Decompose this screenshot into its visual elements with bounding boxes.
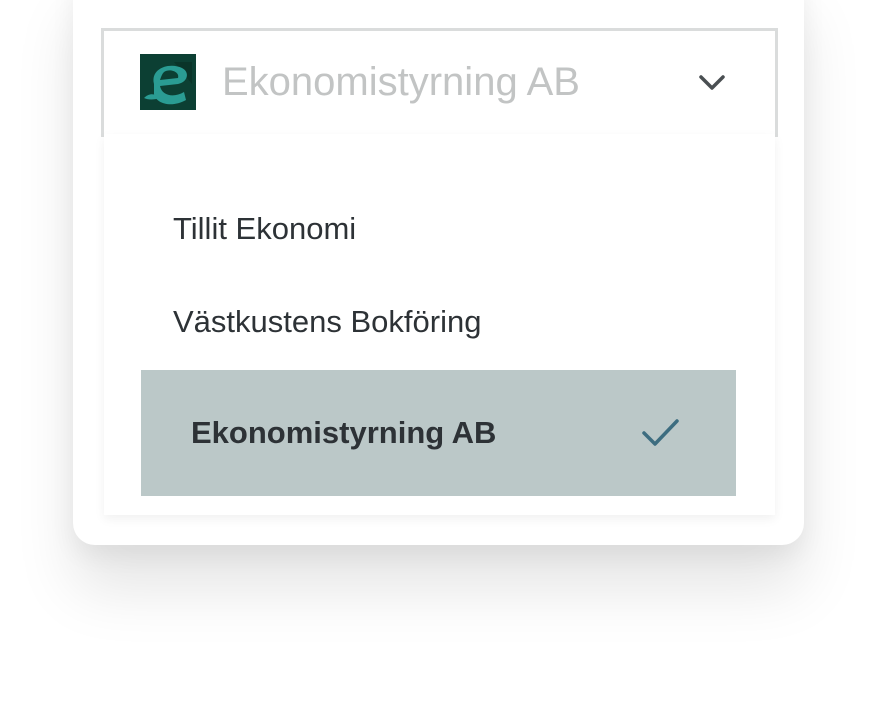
option-label: Västkustens Bokföring <box>173 304 482 339</box>
company-logo-icon <box>140 54 196 110</box>
company-select[interactable]: Ekonomistyrning AB <box>101 28 778 137</box>
option-ekonomistyrning-ab[interactable]: Ekonomistyrning AB <box>141 370 736 496</box>
check-icon <box>641 417 681 449</box>
option-label: Tillit Ekonomi <box>173 211 357 246</box>
option-vastkustens-bokforing[interactable]: Västkustens Bokföring <box>104 286 775 362</box>
select-current-value: Ekonomistyrning AB <box>222 60 580 104</box>
option-tillit-ekonomi[interactable]: Tillit Ekonomi <box>104 191 775 267</box>
dropdown-menu: Tillit Ekonomi Västkustens Bokföring Eko… <box>104 134 775 515</box>
option-label: Ekonomistyrning AB <box>191 415 497 450</box>
stage: Ekonomistyrning AB Tillit Ekonomi Västku… <box>0 0 878 711</box>
chevron-down-icon[interactable] <box>698 69 726 97</box>
